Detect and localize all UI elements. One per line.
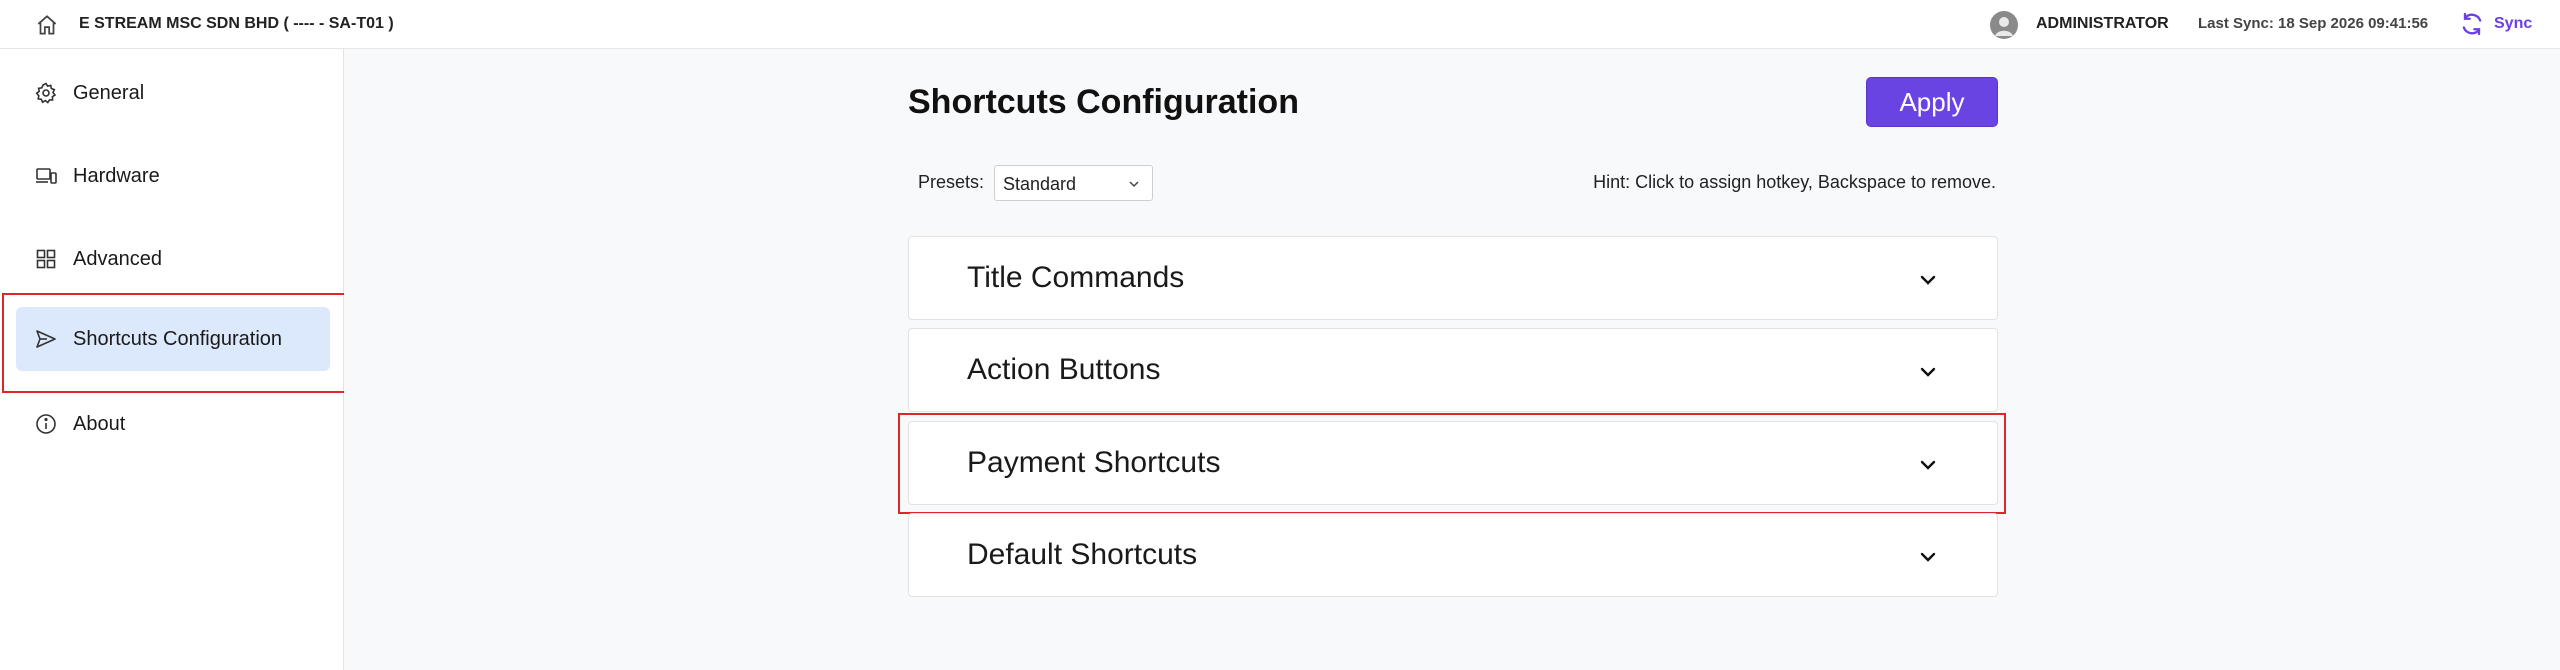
chevron-down-icon[interactable] — [1917, 361, 1939, 383]
accordion-title-commands[interactable]: Title Commands — [908, 236, 1998, 320]
sidebar-item-hardware[interactable]: Hardware — [16, 144, 330, 208]
chevron-down-icon — [1129, 181, 1139, 188]
sidebar: General Hardware Advanced Shortcuts Conf… — [0, 49, 344, 670]
sync-button[interactable]: Sync — [2494, 15, 2532, 33]
apply-button[interactable]: Apply — [1866, 77, 1998, 127]
chevron-down-icon[interactable] — [1917, 454, 1939, 476]
sync-icon[interactable] — [2458, 10, 2486, 38]
devices-icon — [36, 168, 57, 184]
accordion-payment-shortcuts[interactable]: Payment Shortcuts — [908, 421, 1998, 505]
presets-select[interactable]: Standard — [994, 165, 1153, 201]
presets-label: Presets: — [918, 172, 985, 192]
gear-icon — [35, 82, 57, 104]
chevron-down-icon[interactable] — [1917, 269, 1939, 291]
home-icon[interactable] — [34, 12, 60, 38]
accordion-default-shortcuts[interactable]: Default Shortcuts — [908, 513, 1998, 597]
grid-icon — [36, 249, 56, 269]
sidebar-item-shortcuts-configuration[interactable]: Shortcuts Configuration — [16, 307, 330, 371]
chevron-down-icon[interactable] — [1917, 546, 1939, 568]
info-icon — [36, 414, 56, 434]
sidebar-item-label: General — [73, 81, 145, 104]
sidebar-item-about[interactable]: About — [16, 392, 330, 456]
presets-value: Standard — [1003, 174, 1077, 194]
sidebar-item-label: Hardware — [73, 164, 160, 187]
accordion-title: Default Shortcuts — [967, 538, 1198, 571]
send-icon — [36, 330, 56, 348]
accordion-title: Payment Shortcuts — [967, 446, 1221, 479]
top-bar: E STREAM MSC SDN BHD ( ---- - SA-T01 ) A… — [0, 0, 2560, 49]
accordion-title: Action Buttons — [967, 353, 1161, 386]
sidebar-item-label: Shortcuts Configuration — [73, 327, 283, 350]
user-name: ADMINISTRATOR — [2036, 15, 2169, 32]
accordion-title: Title Commands — [967, 261, 1185, 294]
sidebar-item-label: About — [73, 412, 126, 435]
avatar[interactable] — [1990, 11, 2018, 39]
company-name: E STREAM MSC SDN BHD ( ---- - SA-T01 ) — [79, 15, 394, 32]
sidebar-item-advanced[interactable]: Advanced — [16, 227, 330, 291]
last-sync-text: Last Sync: 18 Sep 2026 09:41:56 — [2198, 15, 2429, 32]
user-icon — [1995, 17, 2013, 36]
accordion-action-buttons[interactable]: Action Buttons — [908, 328, 1998, 412]
sidebar-item-general[interactable]: General — [16, 61, 330, 125]
sidebar-item-label: Advanced — [73, 247, 162, 270]
hint-text: Hint: Click to assign hotkey, Backspace … — [1593, 172, 1996, 192]
page-title: Shortcuts Configuration — [908, 83, 1299, 121]
